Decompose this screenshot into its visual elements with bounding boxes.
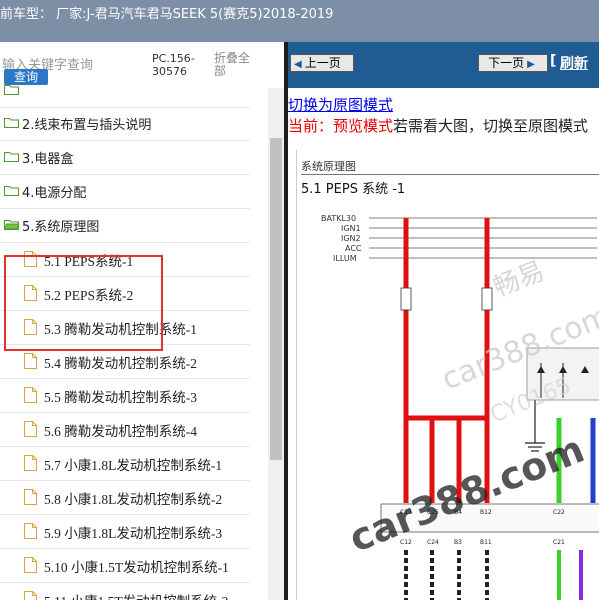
tree-item[interactable]: 4.电源分配 <box>0 175 250 209</box>
vehicle-title: 前车型： 厂家:J-君马汽车君马SEEK 5(赛克5)2018-2019 <box>0 7 334 22</box>
tree-item-label: 5.9 小康1.8L发动机控制系统-3 <box>44 526 223 541</box>
arrow-right-icon: ▶ <box>527 59 535 70</box>
prev-page-button[interactable]: ◀ 上一页 <box>290 54 354 72</box>
tree-item[interactable]: 5.5 腾勒发动机控制系统-3 <box>0 379 250 413</box>
next-page-button[interactable]: 下一页 ▶ <box>478 54 548 72</box>
highlight-box <box>4 255 163 351</box>
tree-item[interactable]: 5.9 小康1.8L发动机控制系统-3 <box>0 515 250 549</box>
next-page-label: 下一页 <box>488 56 525 70</box>
switch-mode-link[interactable]: 切换为原图模式 <box>288 94 393 115</box>
tree-item-label: 4.电源分配 <box>22 186 87 201</box>
tree-item-label: 5.系统原理图 <box>22 220 100 235</box>
tree-item-expanded[interactable]: 5.系统原理图 <box>0 209 250 243</box>
folder-icon <box>4 85 19 95</box>
tree-item-label: 3.电器盒 <box>22 152 74 167</box>
power-label: BATKL30 <box>321 214 356 223</box>
tree-item[interactable]: 5.8 小康1.8L发动机控制系统-2 <box>0 481 250 515</box>
folder-icon <box>4 152 19 162</box>
power-label: ILLUM <box>333 254 357 263</box>
notice-text: 若需看大图，切换至原图模式 <box>393 117 589 135</box>
document-icon <box>24 591 37 600</box>
folder-icon <box>4 186 19 196</box>
pin-label: B3 <box>454 539 462 546</box>
tree-item[interactable]: 5.10 小康1.5T发动机控制系统-1 <box>0 549 250 583</box>
folder-icon <box>4 118 19 128</box>
tree-item[interactable]: 5.6 腾勒发动机控制系统-4 <box>0 413 250 447</box>
power-label: IGN1 <box>341 224 361 233</box>
prev-page-label: 上一页 <box>304 56 341 70</box>
document-page: 系统原理图 5.1 PEPS 系统 -1 BATKL30 IGN1 IGN2 A… <box>296 150 599 600</box>
tree-item-label: 5.8 小康1.8L发动机控制系统-2 <box>44 492 223 507</box>
document-icon <box>24 557 37 573</box>
document-icon <box>24 489 37 505</box>
power-labels: BATKL30 IGN1 IGN2 ACC ILLUM <box>321 214 362 263</box>
fuses <box>400 287 493 311</box>
tree-item-label: 5.7 小康1.8L发动机控制系统-1 <box>44 458 223 473</box>
tree-item-label: 5.5 腾勒发动机控制系统-3 <box>44 390 197 405</box>
document-icon <box>24 421 37 437</box>
refresh-link[interactable]: 刷新 <box>560 53 588 73</box>
folder-open-icon <box>4 220 19 230</box>
viewer-pane: ◀ 上一页 下一页 ▶ [ 刷新 切换为原图模式 当前：预览模式若需看大图，切换至原… <box>288 42 599 600</box>
power-label: ACC <box>345 244 362 253</box>
sidebar: 输入关键字查询 查询 PC.156-30576 折叠全部 2.线束布置与插头说明… <box>0 42 284 600</box>
lower-wires <box>404 550 489 600</box>
doc-title: 5.1 PEPS 系统 -1 <box>301 182 406 197</box>
power-label: IGN2 <box>341 234 361 243</box>
tree-item[interactable]: 5.7 小康1.8L发动机控制系统-1 <box>0 447 250 481</box>
doc-rule <box>301 174 599 175</box>
viewer-toolbar: ◀ 上一页 下一页 ▶ [ 刷新 <box>288 42 599 88</box>
tree-item-label: 5.4 腾勒发动机控制系统-2 <box>44 356 197 371</box>
tree-item[interactable]: 2.线束布置与插头说明 <box>0 107 250 141</box>
tree-item[interactable]: 5.11 小康1.5T发动机控制系统-2 <box>0 583 250 600</box>
scrollbar-thumb[interactable] <box>270 138 282 460</box>
tree-item-partial[interactable] <box>0 74 250 108</box>
notice-prefix: 当前： <box>288 117 334 135</box>
sidebar-scrollbar[interactable] <box>268 88 284 600</box>
document-icon <box>24 387 37 403</box>
pin-label: C21 <box>553 539 565 546</box>
pin-label: C24 <box>427 539 439 546</box>
tree-item[interactable]: 3.电器盒 <box>0 141 250 175</box>
notice-mode: 预览模式 <box>333 117 394 135</box>
pin-label: B11 <box>480 539 492 546</box>
document-icon <box>24 523 37 539</box>
document-icon <box>24 455 37 471</box>
arrow-left-icon: ◀ <box>294 59 302 70</box>
mode-notice: 当前：预览模式若需看大图，切换至原图模式 <box>288 115 588 136</box>
refresh-bracket: [ <box>550 53 557 69</box>
document-icon <box>24 353 37 369</box>
window-titlebar: 前车型： 厂家:J-君马汽车君马SEEK 5(赛克5)2018-2019 <box>0 0 599 42</box>
tree-item-label: 5.6 腾勒发动机控制系统-4 <box>44 424 197 439</box>
tree-item-label: 5.10 小康1.5T发动机控制系统-1 <box>44 560 229 575</box>
doc-header: 系统原理图 <box>301 160 356 173</box>
tree-item-label: 2.线束布置与插头说明 <box>22 118 152 133</box>
power-bus <box>369 217 597 259</box>
lower-colored-wires <box>557 550 583 600</box>
tree-item-label: 5.11 小康1.5T发动机控制系统-2 <box>44 590 228 600</box>
pin-label: C22 <box>553 509 565 516</box>
